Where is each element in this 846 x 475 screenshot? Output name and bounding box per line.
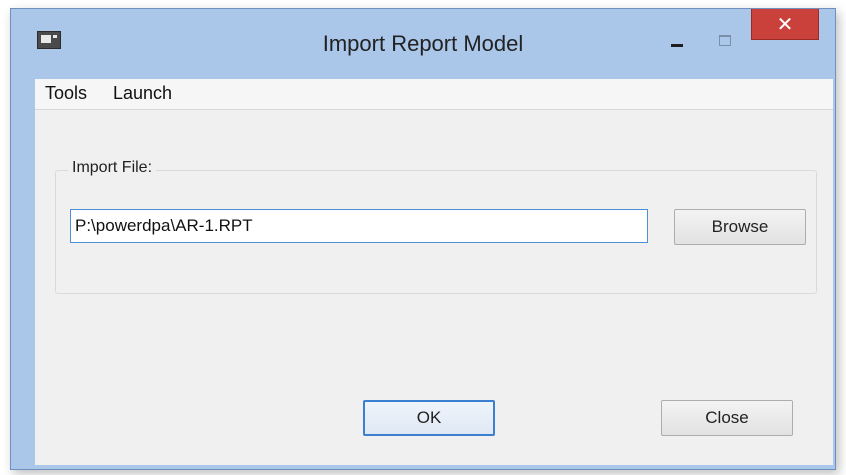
minimize-icon [671,43,683,47]
menu-launch[interactable]: Launch [113,83,172,104]
menu-bar: Tools Launch [35,79,833,110]
maximize-button[interactable] [703,27,747,57]
close-button[interactable]: Close [661,400,793,436]
title-bar[interactable]: Import Report Model ✕ [11,9,835,71]
import-file-label: Import File: [68,159,157,177]
menu-tools[interactable]: Tools [45,83,87,104]
maximize-icon [719,34,731,46]
import-report-model-window: Import Report Model ✕ Tools Launch Impor… [10,8,836,470]
dialog-body: Import File: Browse OK Close [35,110,833,465]
close-icon: ✕ [776,12,794,36]
close-window-button[interactable]: ✕ [751,9,819,40]
import-file-group: Import File: Browse [55,159,817,294]
import-file-path-input[interactable] [70,209,648,243]
browse-button[interactable]: Browse [674,209,806,245]
minimize-button[interactable] [655,27,699,57]
ok-button[interactable]: OK [363,400,495,436]
